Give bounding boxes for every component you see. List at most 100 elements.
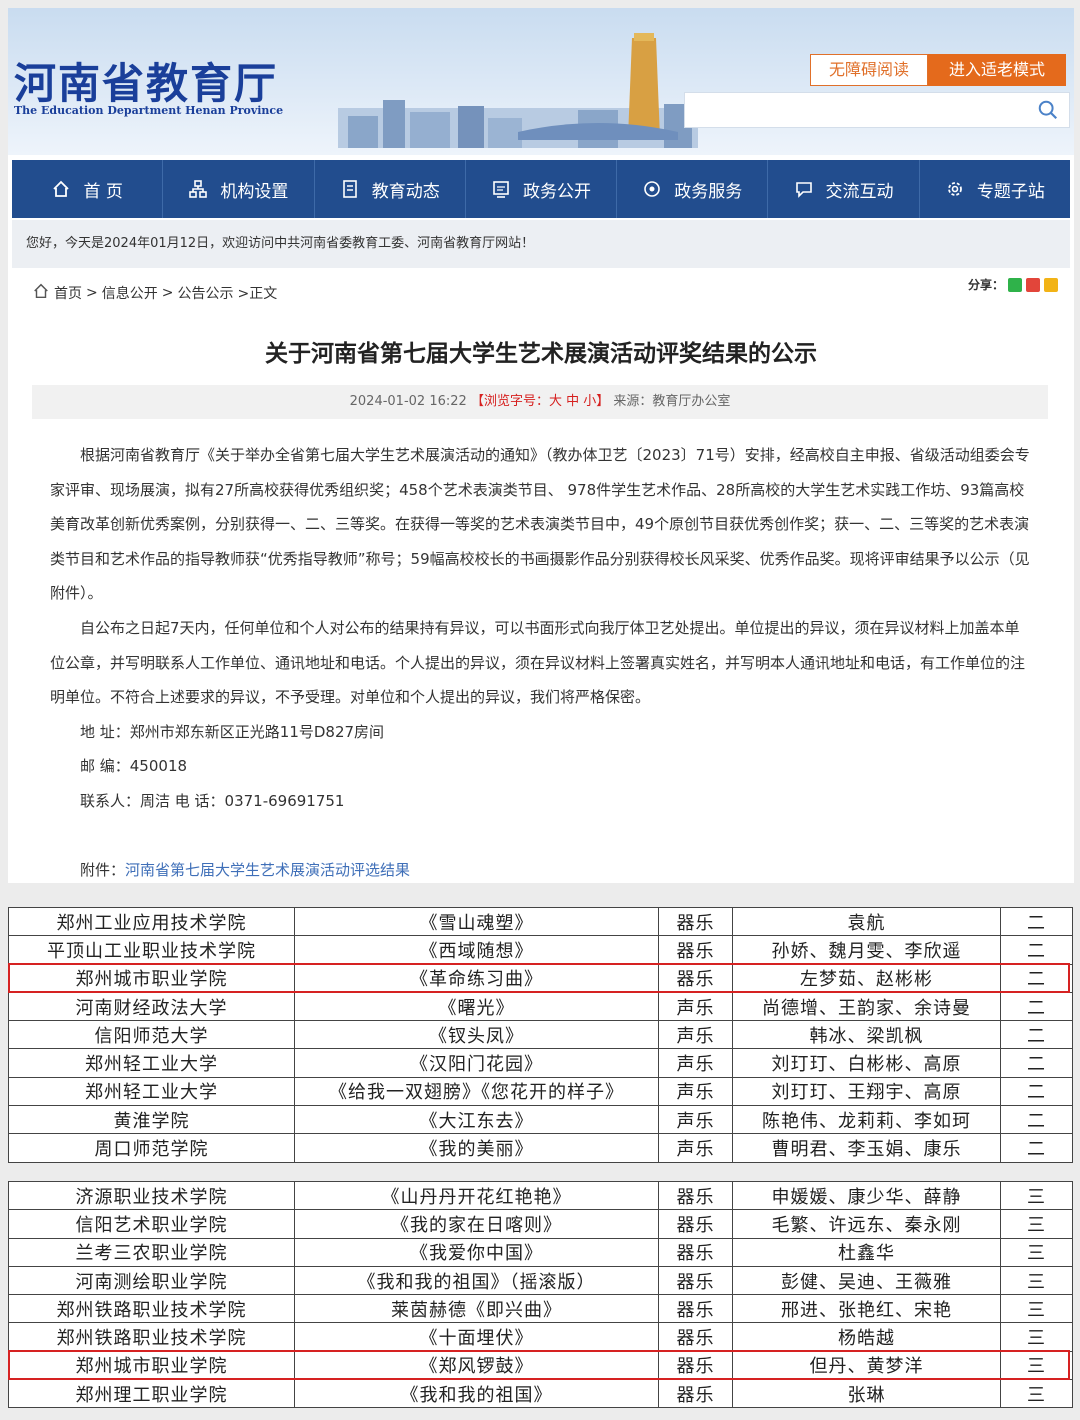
category-cell: 声乐 [658,1048,733,1078]
nav-label: 机构设置 [220,181,289,202]
nav-label: 专题子站 [976,181,1045,202]
teacher-cell: 刘玎玎、白彬彬、高原 [732,1048,1001,1078]
table-row: 郑州理工职业学院 《我和我的祖国》 器乐 张琳三 [8,1379,1073,1409]
teacher-cell: 孙娇、魏月雯、李欣遥 [732,935,1001,965]
share-label: 分享： [967,278,1004,292]
article-title: 关于河南省第七届大学生艺术展演活动评奖结果的公示 [265,341,817,367]
attachment-link[interactable]: 河南省第七届大学生艺术展演活动评选结果 [125,861,410,879]
search-icon[interactable] [1037,99,1059,121]
site-logo-title[interactable]: 河南省教育厅 [14,50,278,111]
category-cell: 器乐 [658,1265,733,1296]
teacher-cell: 杨皓越 [732,1322,1001,1352]
prize-cell: 二 [1000,1133,1073,1163]
page-shell: 河南省教育厅 The Education Department Henan Pr… [8,8,1074,883]
highlight-box [8,963,1070,993]
article-date: 2024-01-02 16:22 [349,394,467,409]
school-cell: 信阳师范大学 [8,1020,295,1050]
nav-subsites[interactable]: 专题子站 [920,160,1070,218]
table-row: 河南财经政法大学 《曙光》 声乐 尚德增、王韵家、余诗曼二 [8,991,1073,1022]
prize-cell: 二 [1000,991,1073,1022]
table-row: 郑州轻工业大学 《汉阳门花园》 声乐 刘玎玎、白彬彬、高原二 [8,1048,1073,1078]
contact-postcode: 邮 编：450018 [80,757,188,776]
work-cell: 《给我一双翅膀》《您花开的样子》 [294,1076,659,1107]
site-logo-subtitle: The Education Department Henan Province [14,104,284,117]
nav-services[interactable]: 政务服务 [617,160,769,218]
contact-phone: 联系人：周洁 电 话：0371-69691751 [80,791,345,810]
work-cell: 《曙光》 [294,991,659,1022]
school-cell: 郑州铁路职业技术学院 [8,1322,295,1352]
prize-cell: 三 [1000,1265,1073,1296]
table-row: 郑州铁路职业技术学院 《十面埋伏》 器乐 杨皓越三 [8,1322,1073,1352]
search-box[interactable] [684,92,1070,128]
table-row: 黄淮学院 《大江东去》 声乐 陈艳伟、龙莉莉、李如珂二 [8,1105,1073,1135]
prize-cell: 三 [1000,1322,1073,1352]
teacher-cell: 袁航 [732,906,1001,937]
table-row: 郑州工业应用技术学院 《雪山魂塑》 器乐 袁航二 [8,906,1073,937]
teacher-cell: 毛繁、许远东、秦永刚 [732,1209,1001,1239]
school-cell: 郑州理工职业学院 [8,1379,295,1409]
school-cell: 河南财经政法大学 [8,991,295,1022]
prize-cell: 二 [1000,906,1073,937]
welcome-bar: 您好，今天是2024年01月12日，欢迎访问中共河南省委教育工委、河南省教育厅网… [12,220,1070,268]
category-cell: 器乐 [658,1322,733,1352]
table-row: 河南测绘职业学院 《我和我的祖国》（摇滚版） 器乐 彭健、吴迪、王薇雅三 [8,1265,1073,1296]
font-size-selector[interactable]: 【浏览字号：大 中 小】 [471,394,609,409]
nav-public-affairs[interactable]: 政务公开 [466,160,618,218]
prize-cell: 二 [1000,1076,1073,1107]
work-cell: 《我的美丽》 [294,1133,659,1163]
school-cell: 平顶山工业职业技术学院 [8,935,295,965]
accessibility-button[interactable]: 无障碍阅读 [810,54,928,86]
nav-interaction[interactable]: 交流互动 [768,160,920,218]
teacher-cell: 张琳 [732,1379,1001,1409]
highlight-box [8,1350,1070,1380]
category-cell: 器乐 [658,1379,733,1409]
category-cell: 声乐 [658,1020,733,1050]
teacher-cell: 邢进、张艳红、宋艳 [732,1294,1001,1324]
site-header: 河南省教育厅 The Education Department Henan Pr… [8,8,1074,155]
attachment-row: 附件：河南省第七届大学生艺术展演活动评选结果 [50,853,1032,883]
share-bar: 分享： [968,276,1058,293]
qq-share-icon[interactable] [1044,277,1058,292]
category-cell: 声乐 [658,1076,733,1107]
nav-news[interactable]: 教育动态 [315,160,466,218]
attachment-label: 附件： [80,860,126,879]
skyline-illustration [338,33,698,148]
breadcrumb-home[interactable]: 首页 [54,283,82,303]
category-cell: 器乐 [658,1180,733,1211]
article-paragraph: 自公布之日起7天内，任何单位和个人对公布的结果持有异议，可以书面形式向我厅体卫艺… [50,618,1026,707]
breadcrumb-notices[interactable]: 公告公示 [177,283,233,303]
nav-home[interactable]: 首 页 [12,160,164,218]
table-row: 郑州铁路职业技术学院 莱茵赫德《即兴曲》 器乐 邢进、张艳红、宋艳三 [8,1294,1073,1324]
school-cell: 济源职业技术学院 [8,1180,295,1211]
breadcrumb-info[interactable]: 信息公开 [102,283,158,303]
breadcrumb-current: >正文 [237,286,278,302]
service-icon [642,179,662,199]
category-cell: 器乐 [658,906,733,937]
article-paragraph: 根据河南省教育厅《关于举办全省第七届大学生艺术展演活动的通知》（教办体卫艺〔20… [50,446,1030,603]
work-cell: 《钗头凤》 [294,1020,659,1050]
nav-label: 政务公开 [522,181,591,202]
category-cell: 声乐 [658,991,733,1022]
weibo-share-icon[interactable] [1026,277,1040,292]
article-source: 来源：教育厅办公室 [613,394,731,409]
nav-organization[interactable]: 机构设置 [163,160,315,218]
teacher-cell: 曹明君、李玉娟、康乐 [732,1133,1001,1163]
school-cell: 河南测绘职业学院 [8,1265,295,1296]
contact-address: 地 址：郑州市郑东新区正光路11号D827房间 [80,722,385,741]
work-cell: 《大江东去》 [294,1105,659,1135]
teacher-cell: 韩冰、梁凯枫 [732,1020,1001,1050]
teacher-cell: 彭健、吴迪、王薇雅 [732,1265,1001,1296]
home-icon[interactable] [32,282,50,304]
work-cell: 《雪山魂塑》 [294,906,659,937]
table-row: 郑州轻工业大学 《给我一双翅膀》《您花开的样子》 声乐 刘玎玎、王翔宇、高原二 [8,1076,1073,1107]
document-icon [340,179,360,199]
category-cell: 器乐 [658,1237,733,1267]
prize-cell: 三 [1000,1379,1073,1409]
school-cell: 信阳艺术职业学院 [8,1209,295,1239]
wechat-share-icon[interactable] [1008,277,1022,292]
org-chart-icon [188,179,208,199]
elder-mode-button[interactable]: 进入适老模式 [928,54,1066,86]
work-cell: 莱茵赫德《即兴曲》 [294,1294,659,1324]
prize-cell: 二 [1000,1020,1073,1050]
nav-label: 首 页 [83,181,123,202]
